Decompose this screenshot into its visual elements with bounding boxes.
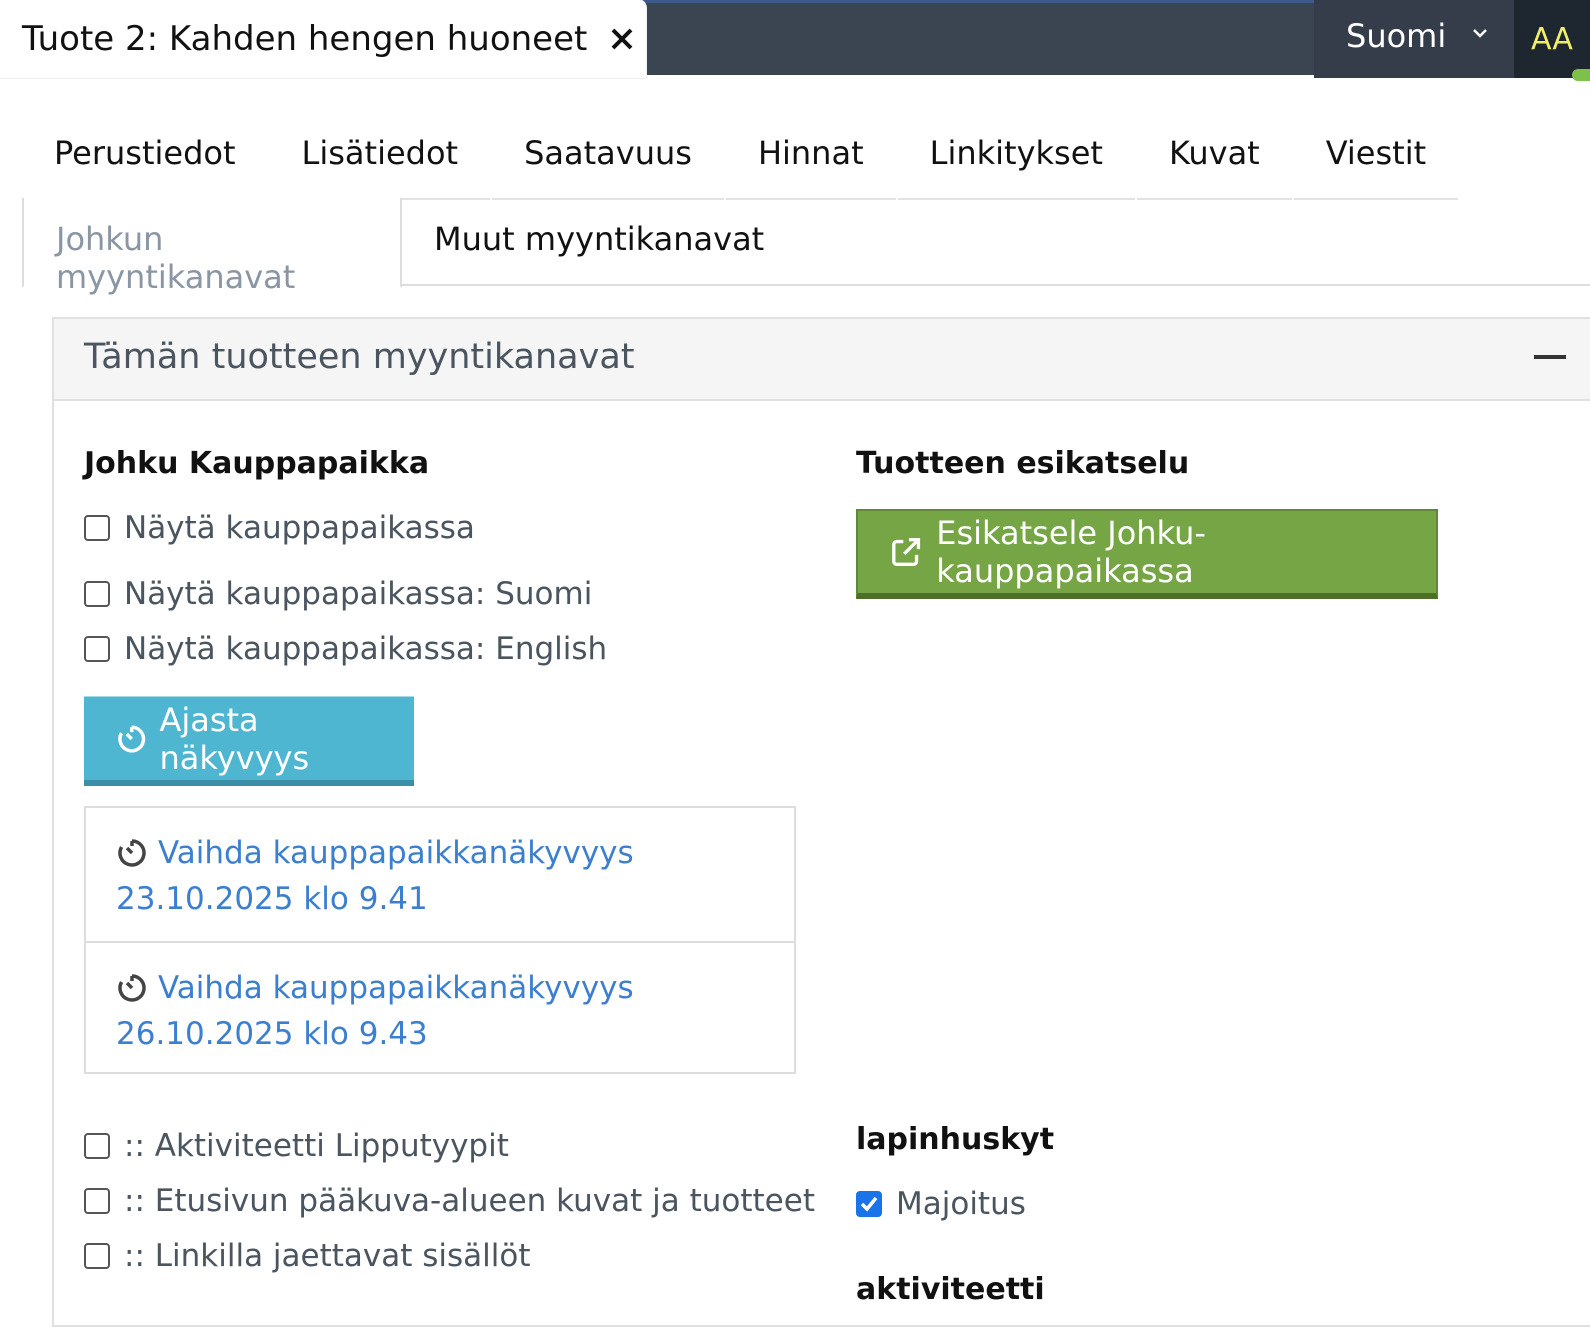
timer-icon [118,724,146,752]
scheduled-changes-list: Vaihda kauppapaikkanäkyvyys 23.10.2025 k… [84,806,796,1074]
show-in-marketplace-fi-checkbox[interactable] [84,581,110,607]
tab-johku-channels[interactable]: Johkun myyntikanavat [22,198,402,296]
checkbox-label: :: Etusivun pääkuva-alueen kuvat ja tuot… [124,1183,815,1219]
panel-header: Tämän tuotteen myyntikanavat [54,319,1590,401]
checkbox-label: Majoitus [896,1186,1026,1222]
scheduled-change-item[interactable]: Vaihda kauppapaikkanäkyvyys 26.10.2025 k… [86,941,794,1074]
timer-icon [118,974,146,1002]
majoitus-checkbox[interactable] [856,1191,882,1217]
chevron-down-icon[interactable] [1468,21,1492,45]
tab-saatavuus[interactable]: Saatavuus [492,118,724,200]
show-in-marketplace-fi-option[interactable]: Näytä kauppapaikassa: Suomi [84,576,592,612]
group-option-majoitus[interactable]: Majoitus [856,1186,1026,1222]
checkbox-label: Näytä kauppapaikassa: English [124,631,608,667]
category-checkbox[interactable] [84,1188,110,1214]
panel-title: Tämän tuotteen myyntikanavat [84,337,635,377]
avatar-initials: AA [1531,21,1573,57]
preview-in-marketplace-button[interactable]: Esikatsele Johku-kauppapaikassa [856,509,1438,599]
show-in-marketplace-checkbox[interactable] [84,515,110,541]
category-checkbox[interactable] [84,1243,110,1269]
group-heading-aktiviteetti: aktiviteetti [856,1272,1045,1307]
category-option[interactable]: :: Etusivun pääkuva-alueen kuvat ja tuot… [84,1183,815,1219]
collapse-icon[interactable] [1534,355,1566,359]
scheduled-change-date: 26.10.2025 klo 9.43 [116,1016,428,1052]
category-checkbox[interactable] [84,1133,110,1159]
category-option[interactable]: :: Linkilla jaettavat sisällöt [84,1238,531,1274]
timer-icon [118,839,146,867]
close-icon[interactable] [607,24,637,54]
checkbox-label: :: Linkilla jaettavat sisällöt [124,1238,531,1274]
language-selector[interactable]: Suomi [1346,17,1446,55]
scheduled-change-label: Vaihda kauppapaikkanäkyvyys [158,970,634,1006]
product-document-tab[interactable]: Tuote 2: Kahden hengen huoneet [0,0,646,78]
tab-other-channels[interactable]: Muut myyntikanavat [434,198,764,286]
category-option[interactable]: :: Aktiviteetti Lipputyypit [84,1128,509,1164]
tab-kuvat[interactable]: Kuvat [1136,118,1292,200]
checkbox-label: Näytä kauppapaikassa: Suomi [124,576,593,612]
tab-hinnat[interactable]: Hinnat [725,118,896,200]
tab-linkitykset[interactable]: Linkitykset [897,118,1135,200]
scheduled-change-label: Vaihda kauppapaikkanäkyvyys [158,835,634,871]
group-heading-lapinhuskyt: lapinhuskyt [856,1122,1055,1157]
marketplace-heading: Johku Kauppapaikka [84,446,430,481]
schedule-button-label: Ajasta näkyvyys [159,700,310,777]
tab-viestit[interactable]: Viestit [1293,118,1459,200]
scheduled-change-item[interactable]: Vaihda kauppapaikkanäkyvyys 23.10.2025 k… [86,808,794,941]
sales-channel-tabs: Johkun myyntikanavat Muut myyntikanavat [22,198,1590,296]
show-in-marketplace-en-checkbox[interactable] [84,636,110,662]
tab-lisatiedot[interactable]: Lisätiedot [269,118,491,200]
show-in-marketplace-option[interactable]: Näytä kauppapaikassa [84,510,475,546]
status-indicator [1572,69,1590,81]
external-link-icon [892,538,921,566]
scheduled-change-date: 23.10.2025 klo 9.41 [116,881,428,917]
checkbox-label: Näytä kauppapaikassa [124,510,475,546]
schedule-visibility-button[interactable]: Ajasta näkyvyys [84,696,414,786]
product-tab-title: Tuote 2: Kahden hengen huoneet [22,19,588,59]
product-tabs: Perustiedot Lisätiedot Saatavuus Hinnat … [22,118,1459,200]
preview-heading: Tuotteen esikatselu [856,446,1190,481]
checkbox-label: :: Aktiviteetti Lipputyypit [124,1128,509,1164]
user-avatar[interactable]: AA [1514,0,1590,78]
tab-perustiedot[interactable]: Perustiedot [22,118,268,200]
show-in-marketplace-en-option[interactable]: Näytä kauppapaikassa: English [84,631,607,667]
check-icon [860,1196,878,1212]
preview-button-label: Esikatsele Johku-kauppapaikassa [936,514,1206,590]
